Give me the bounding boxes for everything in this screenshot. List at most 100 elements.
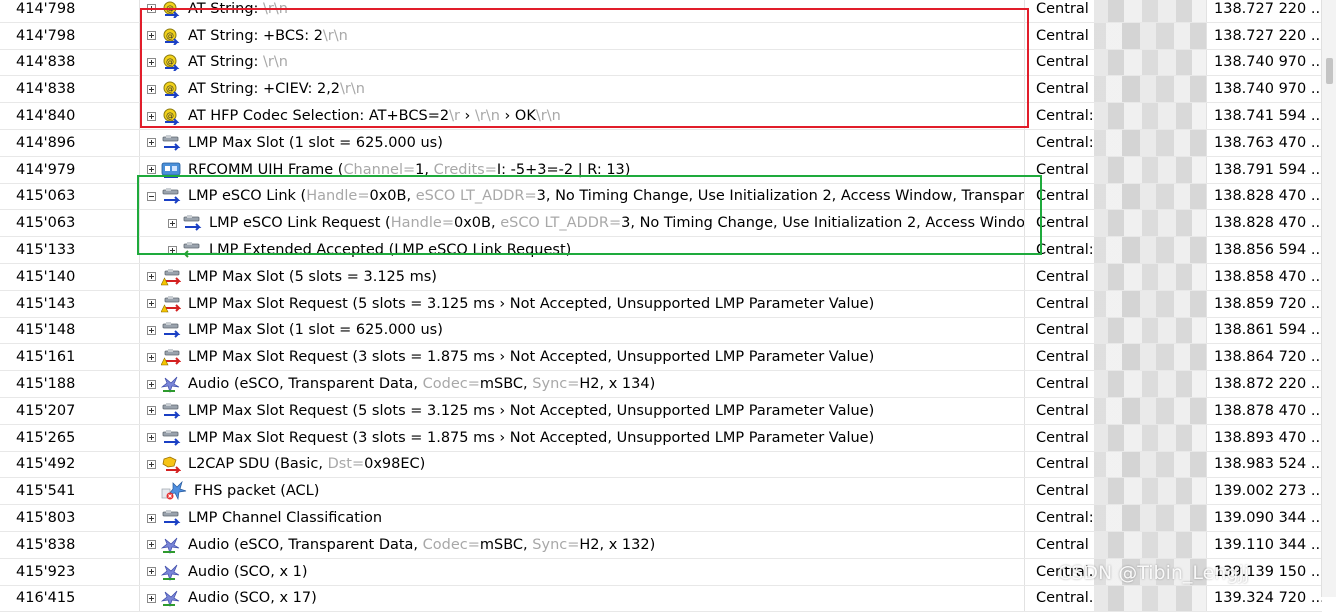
- table-row[interactable]: 414'798 @ AT String: \r\n Central 138.727 …: [0, 0, 1322, 23]
- redacted-cell: [1094, 263, 1206, 290]
- timestamp: 138.856 594 ...: [1214, 242, 1322, 259]
- expand-toggle-icon[interactable]: [147, 379, 156, 389]
- lmp-warning-icon: [161, 295, 181, 313]
- expand-toggle-icon[interactable]: [147, 272, 156, 282]
- pixelated-redaction: [1094, 49, 1206, 76]
- scrollbar-thumb[interactable]: [1326, 58, 1333, 84]
- table-row[interactable]: 415'148 LMP Max Slot (1 slot = 625.000 u…: [0, 317, 1322, 345]
- table-row[interactable]: 416'415 Audio (SCO, x 17) Central. 139.324…: [0, 585, 1322, 612]
- table-row[interactable]: 415'133 LMP Extended Accepted (LMP eSCO …: [0, 237, 1322, 264]
- expand-toggle-icon[interactable]: [147, 352, 156, 362]
- expand-toggle-icon[interactable]: [147, 459, 156, 469]
- svg-text:@: @: [166, 31, 174, 40]
- timestamp-cell: 138.740 970 ...: [1206, 49, 1322, 76]
- expand-toggle-icon[interactable]: [147, 4, 156, 14]
- frame-number: 415'140: [16, 268, 76, 285]
- role-text: Central:: [1036, 134, 1094, 151]
- table-row[interactable]: 415'265 LMP Max Slot Request (3 slots = …: [0, 424, 1322, 452]
- role-text: Central: [1036, 456, 1089, 473]
- summary-cell: LMP Max Slot Request (3 slots = 1.875 ms…: [141, 424, 1025, 451]
- vertical-scrollbar[interactable]: [1321, 0, 1336, 597]
- summary-field-label: eSCO LT_ADDR=: [415, 188, 537, 205]
- table-row[interactable]: 414'798 @ AT String: +BCS: 2\r\n Central 1…: [0, 22, 1322, 50]
- expand-toggle-icon[interactable]: [147, 593, 156, 603]
- table-row[interactable]: 415'161 LMP Max Slot Request (3 slots = …: [0, 344, 1322, 372]
- frame-list: 414'798 @ AT String: \r\n Central 138.727 …: [0, 0, 1322, 612]
- summary-segment: 0x0B,: [369, 188, 416, 205]
- frame-number: 415'541: [16, 483, 76, 500]
- expand-toggle-icon[interactable]: [168, 218, 177, 228]
- role-text: Central: [1036, 322, 1089, 339]
- frame-number: 414'798: [16, 27, 76, 44]
- role-cell: Central: [1026, 264, 1094, 290]
- frame-number-cell: 415'140: [0, 263, 140, 290]
- timestamp: 139.002 273 ...: [1214, 483, 1322, 500]
- summary-cell: LMP Max Slot Request (5 slots = 3.125 ms…: [141, 290, 1025, 317]
- summary-cell: LMP Max Slot (1 slot = 625.000 us): [141, 129, 1025, 156]
- svg-text:@: @: [166, 4, 174, 13]
- audio-icon: [161, 563, 181, 581]
- pixelated-redaction: [1094, 129, 1206, 156]
- expand-toggle-icon[interactable]: [147, 325, 156, 335]
- timestamp-cell: 138.727 220 ...: [1206, 0, 1322, 22]
- expand-toggle-icon[interactable]: [147, 138, 156, 148]
- timestamp: 139.324 720 ...: [1214, 590, 1322, 607]
- expand-toggle-icon[interactable]: [147, 299, 156, 309]
- expand-toggle-icon[interactable]: [168, 245, 177, 255]
- expand-toggle-icon[interactable]: [147, 31, 156, 41]
- audio-icon: [161, 375, 181, 394]
- table-row[interactable]: 415'063 LMP eSCO Link Request (Handle=0x…: [0, 210, 1322, 238]
- expand-toggle-icon[interactable]: [147, 513, 156, 523]
- summary-segment: 1,: [415, 161, 434, 178]
- timestamp-cell: 139.002 273 ...: [1206, 478, 1322, 505]
- expand-toggle-icon[interactable]: [147, 433, 156, 443]
- summary-segment: LMP Max Slot (1 slot = 625.000 us): [188, 134, 443, 151]
- summary-cell: LMP eSCO Link Request (Handle=0x0B, eSCO…: [141, 210, 1025, 237]
- summary-cell: LMP Max Slot (1 slot = 625.000 us): [141, 317, 1025, 344]
- frame-number-cell: 414'798: [0, 22, 140, 49]
- pixelated-redaction: [1094, 478, 1206, 505]
- summary-text: LMP Max Slot Request (5 slots = 3.125 ms…: [188, 403, 874, 419]
- summary-text: LMP Extended Accepted (LMP eSCO Link Req…: [209, 242, 571, 258]
- table-row[interactable]: 415'803 LMP Channel Classification Centra…: [0, 505, 1322, 532]
- expand-toggle-icon[interactable]: [147, 84, 156, 94]
- expand-toggle-icon[interactable]: [147, 165, 156, 175]
- role-cell: Central: [1026, 157, 1094, 183]
- table-row[interactable]: 415'541 FHS packet (ACL) Central 139.002 2…: [0, 478, 1322, 506]
- expand-toggle-icon[interactable]: [147, 111, 156, 121]
- frame-number: 415'161: [16, 349, 76, 366]
- summary-segment: FHS packet (ACL): [194, 483, 320, 500]
- frame-number: 414'838: [16, 54, 76, 71]
- role-text: Central: [1036, 0, 1089, 17]
- role-text: Central:: [1036, 510, 1094, 527]
- table-row[interactable]: 415'838 Audio (eSCO, Transparent Data, C…: [0, 531, 1322, 559]
- redacted-cell: [1094, 183, 1206, 210]
- summary-text: RFCOMM UIH Frame (Channel=1, Credits=I: …: [188, 162, 630, 178]
- frame-number: 415'803: [16, 510, 76, 527]
- table-row[interactable]: 414'838 @ AT String: +CIEV: 2,2\r\n Centr…: [0, 76, 1322, 104]
- table-row[interactable]: 415'063 LMP eSCO Link (Handle=0x0B, eSCO…: [0, 183, 1322, 211]
- table-row[interactable]: 414'838 @ AT String: \r\n Central 138.740 …: [0, 49, 1322, 77]
- expand-toggle-icon[interactable]: [147, 57, 156, 67]
- expand-toggle-icon[interactable]: [147, 567, 156, 577]
- table-row[interactable]: 414'840 @ AT HFP Codec Selection: AT+BCS…: [0, 103, 1322, 130]
- frame-number: 415'133: [16, 242, 76, 259]
- role-text: Central: [1036, 429, 1089, 446]
- lmp-icon: [161, 187, 181, 205]
- table-row[interactable]: 415'140 LMP Max Slot (5 slots = 3.125 ms…: [0, 263, 1322, 291]
- table-row[interactable]: 414'979 RFCOMM UIH Frame (Channel=1, Cre…: [0, 156, 1322, 184]
- role-text: Central: [1036, 402, 1089, 419]
- table-row[interactable]: 415'143 LMP Max Slot Request (5 slots = …: [0, 290, 1322, 318]
- table-row[interactable]: 415'207 LMP Max Slot Request (5 slots = …: [0, 397, 1322, 425]
- table-row[interactable]: 415'188 Audio (eSCO, Transparent Data, C…: [0, 371, 1322, 398]
- table-row[interactable]: 415'492 L2CAP SDU (Basic, Dst=0x98EC) Cen…: [0, 451, 1322, 479]
- timestamp: 138.983 524 ...: [1214, 456, 1322, 473]
- expand-toggle-icon[interactable]: [147, 540, 156, 550]
- frame-number-cell: 415'063: [0, 210, 140, 237]
- table-row[interactable]: 414'896 LMP Max Slot (1 slot = 625.000 u…: [0, 129, 1322, 157]
- summary-segment: LMP Max Slot Request (5 slots = 3.125 ms…: [188, 295, 875, 312]
- summary-segment: AT String: +BCS: 2: [188, 27, 323, 44]
- expand-toggle-icon[interactable]: [147, 406, 156, 416]
- collapse-toggle-icon[interactable]: [147, 191, 156, 201]
- redacted-cell: [1094, 129, 1206, 156]
